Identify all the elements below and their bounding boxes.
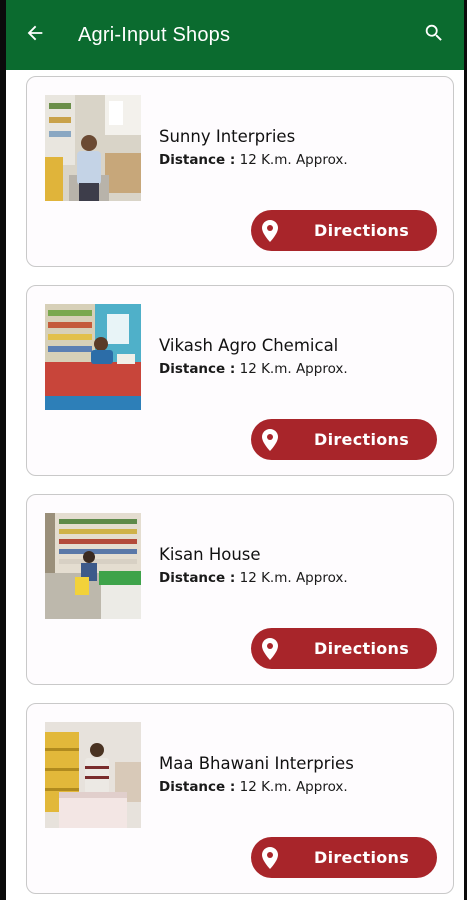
location-pin-icon [260, 637, 280, 660]
location-pin-icon [260, 219, 280, 242]
directions-label: Directions [314, 848, 410, 867]
shop-photo [45, 304, 141, 410]
arrow-left-icon [24, 22, 46, 49]
shop-list[interactable]: Sunny Interpries Distance : 12 K.m. Appr… [6, 70, 464, 900]
shop-card[interactable]: Vikash Agro Chemical Distance : 12 K.m. … [26, 285, 454, 476]
directions-button[interactable]: Directions [251, 628, 437, 669]
directions-button[interactable]: Directions [251, 837, 437, 878]
back-button[interactable] [6, 0, 64, 70]
location-pin-icon [260, 428, 280, 451]
page-title: Agri-Input Shops [78, 23, 231, 46]
distance-value: 12 K.m. Approx. [235, 779, 348, 795]
search-button[interactable] [412, 0, 456, 70]
shop-photo [45, 95, 141, 201]
shop-name: Maa Bhawani Interpries [159, 754, 354, 773]
directions-label: Directions [314, 430, 410, 449]
distance-label: Distance : [159, 570, 236, 586]
distance-label: Distance : [159, 152, 236, 168]
shop-distance: Distance : 12 K.m. Approx. [159, 361, 348, 377]
directions-label: Directions [314, 639, 410, 658]
location-pin-icon [260, 846, 280, 869]
directions-label: Directions [314, 221, 410, 240]
directions-button[interactable]: Directions [251, 419, 437, 460]
shop-card[interactable]: Sunny Interpries Distance : 12 K.m. Appr… [26, 76, 454, 267]
shop-card[interactable]: Maa Bhawani Interpries Distance : 12 K.m… [26, 703, 454, 894]
app-window: Agri-Input Shops Sunny Interpries Distan… [0, 0, 467, 900]
distance-label: Distance : [159, 779, 236, 795]
distance-value: 12 K.m. Approx. [235, 570, 348, 586]
shop-distance: Distance : 12 K.m. Approx. [159, 570, 348, 586]
search-icon [423, 22, 445, 49]
app-bar: Agri-Input Shops [6, 0, 464, 70]
distance-value: 12 K.m. Approx. [235, 361, 348, 377]
shop-name: Sunny Interpries [159, 127, 296, 146]
shop-photo [45, 722, 141, 828]
distance-label: Distance : [159, 361, 236, 377]
shop-photo [45, 513, 141, 619]
distance-value: 12 K.m. Approx. [235, 152, 348, 168]
shop-card[interactable]: Kisan House Distance : 12 K.m. Approx. D… [26, 494, 454, 685]
shop-name: Kisan House [159, 545, 261, 564]
shop-distance: Distance : 12 K.m. Approx. [159, 152, 348, 168]
shop-name: Vikash Agro Chemical [159, 336, 339, 355]
shop-distance: Distance : 12 K.m. Approx. [159, 779, 348, 795]
directions-button[interactable]: Directions [251, 210, 437, 251]
